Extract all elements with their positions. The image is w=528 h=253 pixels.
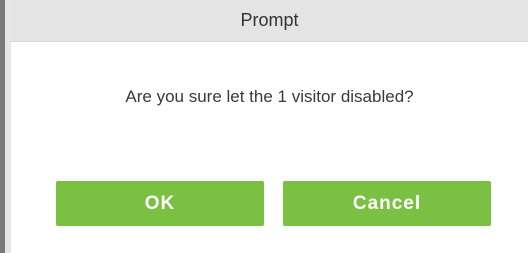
cancel-button[interactable]: Cancel — [283, 181, 491, 226]
dialog-title: Prompt — [240, 10, 299, 30]
dialog-title-bar[interactable]: Prompt — [11, 0, 528, 42]
ok-button[interactable]: OK — [56, 181, 264, 226]
dialog-message: Are you sure let the 1 visitor disabled? — [125, 87, 414, 106]
prompt-dialog: Prompt Are you sure let the 1 visitor di… — [0, 0, 528, 253]
